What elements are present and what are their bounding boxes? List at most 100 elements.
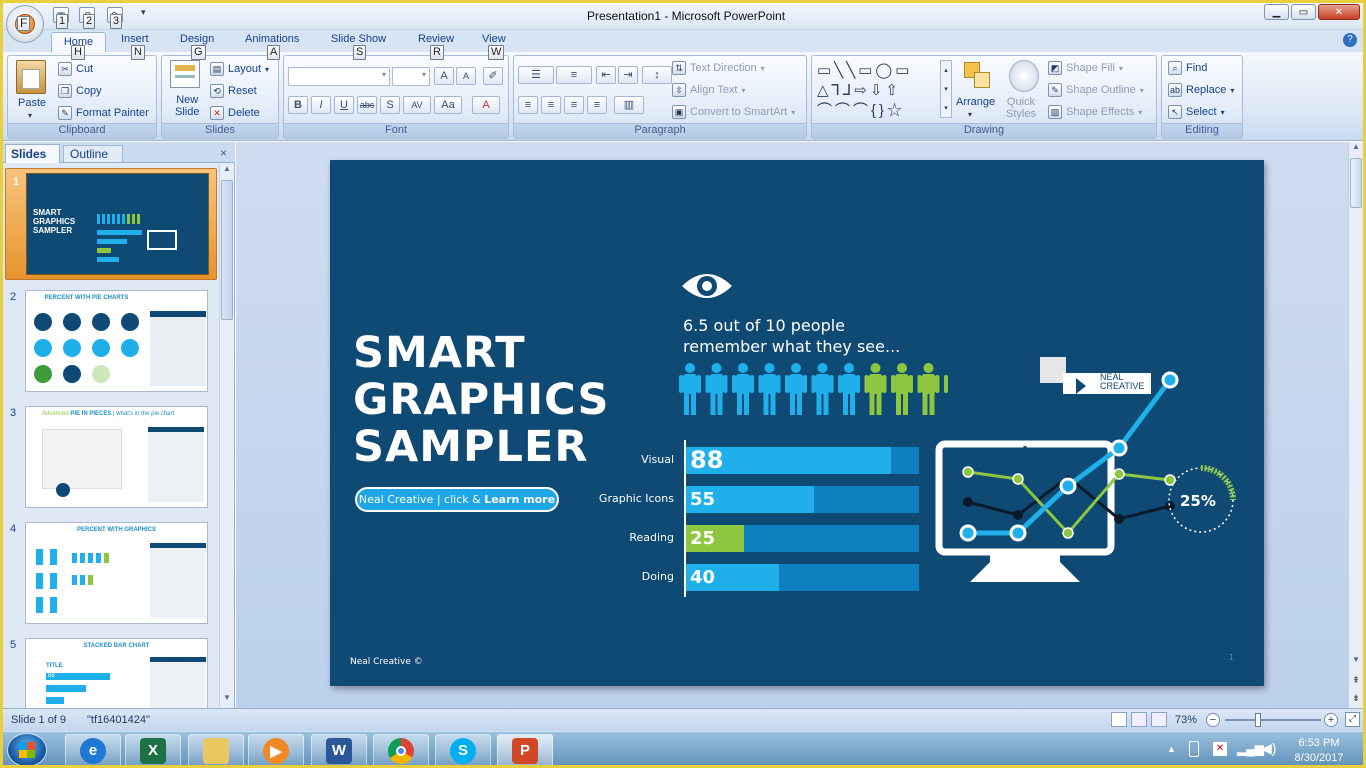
next-slide-button[interactable]: ⇟: [1349, 693, 1363, 704]
slide-sorter-button[interactable]: [1131, 712, 1147, 727]
copy-button[interactable]: ❐ Copy: [58, 84, 102, 98]
slide-thumbnail-1[interactable]: 1 SMART GRAPHICS SAMPLER: [5, 168, 217, 280]
arrange-button[interactable]: Arrange: [956, 96, 995, 108]
reset-button[interactable]: ⟲ Reset: [210, 84, 257, 98]
italic-button[interactable]: I: [311, 96, 331, 114]
align-left-button[interactable]: ≡: [518, 96, 538, 114]
font-color-button[interactable]: A: [472, 96, 500, 114]
taskbar-excel[interactable]: X: [125, 734, 181, 765]
theme-name[interactable]: "tf16401424": [87, 714, 150, 726]
shape-effects-button[interactable]: ▨ Shape Effects ▾: [1048, 105, 1142, 119]
text-direction-button[interactable]: ⇅ Text Direction ▾: [672, 61, 765, 75]
quick-styles-button[interactable]: Quick Styles: [1006, 96, 1036, 120]
tab-animations[interactable]: Animations: [245, 33, 299, 45]
increase-indent-button[interactable]: ⇥: [618, 66, 638, 84]
scrollbar-thumb[interactable]: [1350, 158, 1362, 208]
numbering-button[interactable]: ≡: [556, 66, 592, 84]
underline-button[interactable]: U: [334, 96, 354, 114]
clock[interactable]: 6:53 PM 8/30/2017: [1289, 736, 1349, 765]
bullets-button[interactable]: ☰: [518, 66, 554, 84]
action-center-icon[interactable]: ✕: [1213, 742, 1227, 756]
taskbar-word[interactable]: W: [311, 734, 367, 765]
close-button[interactable]: ✕: [1318, 4, 1360, 20]
convert-smartart-button[interactable]: ▣ Convert to SmartArt ▾: [672, 105, 795, 119]
start-button[interactable]: [7, 733, 47, 765]
delete-button[interactable]: ✕ Delete: [210, 106, 260, 120]
current-slide[interactable]: SMART GRAPHICS SAMPLER Neal Creative | c…: [330, 160, 1264, 686]
paste-button[interactable]: Paste: [18, 97, 46, 109]
strikethrough-button[interactable]: abc: [357, 96, 377, 114]
slide-title[interactable]: SMART GRAPHICS SAMPLER: [353, 330, 610, 471]
slides-pane-scrollbar[interactable]: ▲ ▼: [219, 164, 234, 707]
shape-fill-button[interactable]: ◩ Shape Fill ▾: [1048, 61, 1123, 75]
shapes-gallery-scroll[interactable]: ▴ ▾ ▾: [940, 60, 952, 118]
find-button[interactable]: ⌕ Find: [1168, 61, 1207, 75]
maximize-button[interactable]: ▭: [1291, 4, 1316, 20]
paste-dropdown-icon[interactable]: ▾: [28, 111, 32, 120]
zoom-out-button[interactable]: −: [1206, 713, 1220, 727]
cut-button[interactable]: ✂ Cut: [58, 62, 93, 76]
format-painter-button[interactable]: ✎ Format Painter: [58, 106, 149, 120]
show-hidden-icons[interactable]: ▲: [1167, 744, 1176, 754]
arrange-dropdown-icon[interactable]: ▾: [968, 110, 972, 119]
decrease-indent-button[interactable]: ⇤: [596, 66, 616, 84]
help-icon[interactable]: ?: [1343, 33, 1357, 47]
close-pane-icon[interactable]: ×: [220, 146, 227, 160]
person-icon: [679, 363, 701, 415]
change-case-button[interactable]: Aa: [434, 96, 462, 114]
layout-button[interactable]: ▤ Layout ▾: [210, 62, 269, 76]
taskbar-powerpoint[interactable]: P: [497, 734, 553, 765]
previous-slide-button[interactable]: ⇞: [1349, 675, 1363, 686]
justify-button[interactable]: ≡: [587, 96, 607, 114]
shrink-font-button[interactable]: A: [456, 67, 476, 85]
scrollbar-thumb[interactable]: [221, 180, 233, 320]
clock-date: 8/30/2017: [1294, 752, 1344, 764]
tab-slide-show[interactable]: Slide Show: [331, 33, 386, 45]
columns-button[interactable]: ▥: [614, 96, 644, 114]
taskbar-chrome[interactable]: [373, 734, 429, 765]
zoom-slider-thumb[interactable]: [1255, 713, 1261, 727]
new-slide-button[interactable]: New Slide: [175, 94, 199, 118]
slide-vertical-scrollbar[interactable]: ▲ ▼ ⇞ ⇟: [1348, 142, 1363, 708]
select-button[interactable]: ↖ Select ▾: [1168, 105, 1225, 119]
minimize-button[interactable]: ▁: [1264, 4, 1289, 20]
tab-design[interactable]: Design: [180, 33, 214, 45]
taskbar-skype[interactable]: S: [435, 734, 491, 765]
normal-view-button[interactable]: [1111, 712, 1127, 727]
zoom-in-button[interactable]: +: [1324, 713, 1338, 727]
slide-thumbnail-2[interactable]: 2 PERCENT WITH PIE CHARTS: [3, 284, 217, 394]
font-name-combo[interactable]: ▾: [288, 67, 390, 86]
shapes-gallery[interactable]: ▭╲╲▭◯▭ △⅂⅃⇨⇩⇧ ⌒⌒⌒{}☆: [817, 61, 941, 121]
tab-outline[interactable]: Outline: [63, 145, 123, 162]
align-right-button[interactable]: ≡: [564, 96, 584, 114]
taskbar-media[interactable]: ▶: [248, 734, 304, 765]
network-icon[interactable]: ▂▄▆: [1237, 742, 1264, 756]
zoom-level[interactable]: 73%: [1175, 714, 1197, 726]
tab-review[interactable]: Review: [418, 33, 454, 45]
bold-button[interactable]: B: [288, 96, 308, 114]
align-center-button[interactable]: ≡: [541, 96, 561, 114]
fit-slide-button[interactable]: ⤢: [1345, 712, 1360, 727]
taskbar-explorer[interactable]: [188, 734, 244, 765]
slide-thumbnail-3[interactable]: 3 Advanced PIE IN PIECES | what's in the…: [3, 400, 217, 510]
clear-formatting-button[interactable]: ✐: [483, 67, 503, 85]
tab-view[interactable]: View: [482, 33, 506, 45]
line-spacing-button[interactable]: ↕: [642, 66, 672, 84]
learn-more-button[interactable]: Neal Creative | click & Learn more: [355, 487, 559, 512]
font-size-combo[interactable]: ▾: [392, 67, 430, 86]
shape-outline-button[interactable]: ✎ Shape Outline ▾: [1048, 83, 1144, 97]
replace-button[interactable]: ab Replace ▾: [1168, 83, 1234, 97]
office-button[interactable]: F: [6, 5, 44, 43]
volume-icon[interactable]: ◀): [1261, 740, 1276, 757]
battery-icon[interactable]: [1189, 741, 1199, 757]
tab-insert[interactable]: Insert: [121, 33, 149, 45]
tab-slides[interactable]: Slides: [5, 144, 60, 163]
character-spacing-button[interactable]: AV: [403, 96, 431, 114]
grow-font-button[interactable]: A: [434, 67, 454, 85]
slide-thumbnail-4[interactable]: 4 PERCENT WITH GRAPHICS: [3, 516, 217, 626]
text-shadow-button[interactable]: S: [380, 96, 400, 114]
zoom-slider[interactable]: [1225, 719, 1321, 721]
slide-show-button[interactable]: [1151, 712, 1167, 727]
taskbar-ie[interactable]: e: [65, 734, 121, 765]
align-text-button[interactable]: ⇳ Align Text ▾: [672, 83, 746, 97]
